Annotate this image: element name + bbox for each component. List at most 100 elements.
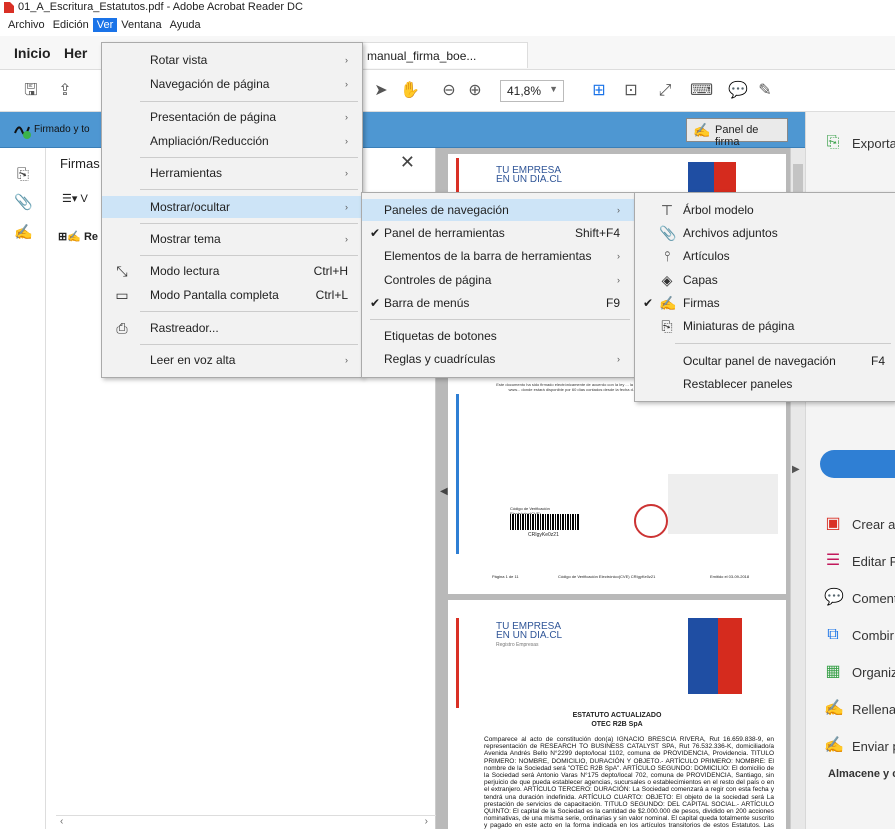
stamp-image [634, 504, 668, 538]
upload-cloud-icon[interactable]: ⇪ [56, 82, 74, 100]
pdf-page-2: TU EMPRESA EN UN DIA.CL Registro Empresa… [448, 600, 786, 829]
menu-item-presentacion-pagina[interactable]: Presentación de página › [102, 106, 362, 128]
menu-item-elementos-barra[interactable]: Elementos de la barra de herramientas › [362, 245, 634, 267]
signature-tree-item[interactable]: ⊞✍ Re [58, 230, 98, 243]
comment-icon[interactable]: 💬 [728, 82, 748, 100]
save-icon[interactable]: 🖫 [22, 82, 40, 100]
menu-item-panel-herramientas[interactable]: ✔ Panel de herramientas Shift+F4 [362, 222, 634, 244]
menu-item-rastreador[interactable]: ⎙ Rastreador... [102, 317, 362, 339]
layers-icon: ◈ [661, 272, 673, 288]
hand-tool-icon[interactable]: ✋ [400, 82, 420, 100]
articles-icon: ⫯ [663, 248, 671, 264]
fullscreen-icon[interactable]: ⤢ [656, 82, 674, 100]
menu-ayuda[interactable]: Ayuda [166, 18, 205, 32]
storage-promo-text: Almacene y c [828, 768, 895, 780]
tab-tools[interactable]: Her [64, 45, 87, 61]
fit-width-icon[interactable]: ⊡ [622, 82, 640, 100]
signature-panel-label: Panel de firma [715, 124, 759, 148]
checkmark-icon: ✔ [643, 296, 654, 310]
send-sign-icon: ✍ [824, 737, 844, 754]
zoom-out-icon[interactable]: ⊖ [440, 82, 458, 100]
fill-sign-icon: ✍ [824, 700, 844, 717]
window-title: 01_A_Escritura_Estatutos.pdf - Adobe Acr… [18, 1, 303, 13]
menu-item-ocultar-panel[interactable]: Ocultar panel de navegación F4 [635, 350, 895, 372]
menu-item-archivos-adjuntos[interactable]: 📎 Archivos adjuntos [635, 222, 895, 244]
menu-item-rotar-vista[interactable]: Rotar vista › [102, 49, 362, 71]
menu-item-capas[interactable]: ◈ Capas [635, 269, 895, 291]
checkmark-icon: ✔ [370, 296, 381, 310]
menu-item-herramientas[interactable]: Herramientas › [102, 162, 362, 184]
ver-menu: Rotar vista › Navegación de página › Prese… [101, 42, 363, 378]
brand-logo: TU EMPRESA EN UN DIA.CL [496, 165, 563, 185]
organize-icon: ▦ [825, 663, 841, 680]
menu-item-miniaturas[interactable]: ⎘ Miniaturas de página [635, 315, 895, 337]
attachment-icon: 📎 [659, 225, 677, 241]
collapse-arrow-icon[interactable]: ◀ [440, 486, 448, 497]
tool-comment[interactable]: 💬 Coment [824, 589, 895, 607]
page-thumbnails-icon[interactable]: ⎘ [14, 166, 32, 184]
menu-item-navegacion-pagina[interactable]: Navegación de página › [102, 73, 362, 95]
menu-bar: Archivo Edición Ver Ventana Ayuda [0, 14, 895, 36]
menu-edicion[interactable]: Edición [49, 18, 93, 32]
tool-edit[interactable]: ☰ Editar P [824, 552, 895, 570]
tool-fill-sign[interactable]: ✍ Rellena [824, 700, 895, 718]
signature-icon: ✍ [659, 295, 677, 311]
menu-item-leer-voz-alta[interactable]: Leer en voz alta › [102, 349, 362, 371]
left-icon-rail: ⎘ 📎 ✍ [0, 148, 46, 829]
reading-mode-icon: ⤡ [116, 263, 128, 279]
tab-document[interactable]: manual_firma_boe... [358, 42, 528, 68]
primary-action-button[interactable] [820, 450, 895, 478]
tool-organize[interactable]: ▦ Organiz [824, 663, 895, 681]
footer-left: Página 1 de 11 [492, 574, 519, 579]
tool-combine[interactable]: ⧉ Combir [824, 626, 894, 644]
fit-page-icon[interactable]: ⊞ [590, 82, 608, 100]
menu-ver[interactable]: Ver [92, 18, 118, 32]
menu-item-mostrar-tema[interactable]: Mostrar tema › [102, 228, 362, 250]
menu-item-pantalla-completa[interactable]: ▭ Modo Pantalla completa Ctrl+L [102, 284, 362, 306]
menu-item-reglas-cuadriculas[interactable]: Reglas y cuadrículas › [362, 348, 634, 370]
export-icon: ⎘ [826, 134, 840, 151]
menu-item-arbol-modelo[interactable]: ⊤ Árbol modelo [635, 199, 895, 221]
tool-send[interactable]: ✍ Enviar p [824, 737, 895, 755]
model-tree-icon: ⊤ [660, 202, 674, 218]
footer-mid: Código de Verificación Electrónico(CVE) … [558, 574, 656, 579]
panel-options-menu[interactable]: ☰▾ V [62, 192, 88, 205]
create-pdf-icon: ▣ [825, 515, 841, 532]
chile-flag-logo [688, 162, 736, 196]
menu-item-controles-pagina[interactable]: Controles de página › [362, 269, 634, 291]
horizontal-scrollbar[interactable]: ‹ › [56, 815, 436, 829]
menu-archivo[interactable]: Archivo [4, 18, 49, 32]
menu-item-modo-lectura[interactable]: ⤡ Modo lectura Ctrl+H [102, 260, 362, 282]
zoom-select[interactable]: 41,8% ▼ [500, 80, 564, 102]
title-bar: 01_A_Escritura_Estatutos.pdf - Adobe Acr… [0, 0, 895, 14]
menu-ventana[interactable]: Ventana [117, 18, 165, 32]
close-icon[interactable]: ✕ [400, 152, 415, 173]
menu-item-firmas[interactable]: ✔ ✍ Firmas [635, 292, 895, 314]
tool-export[interactable]: ⎘ Exporta [824, 134, 895, 152]
signatures-icon[interactable]: ✍ [14, 224, 33, 242]
fullscreen-mode-icon: ▭ [115, 287, 129, 303]
tab-home[interactable]: Inicio [14, 45, 51, 61]
select-cursor-icon[interactable]: ➤ [372, 82, 390, 100]
keyboard-icon[interactable]: ⌨ [690, 82, 713, 100]
menu-item-barra-menus[interactable]: ✔ Barra de menús F9 [362, 292, 634, 314]
pen-icon[interactable]: ✎ [756, 82, 774, 100]
menu-item-articulos[interactable]: ⫯ Artículos [635, 245, 895, 267]
menu-item-mostrar-ocultar[interactable]: Mostrar/ocultar › [102, 196, 362, 218]
checkmark-icon: ✔ [370, 226, 381, 240]
menu-item-ampliacion[interactable]: Ampliación/Reducción › [102, 130, 362, 152]
signature-panel-button[interactable]: ✍ Panel de firma [686, 118, 788, 148]
signature-status: Firmado y to [34, 124, 90, 135]
zoom-in-icon[interactable]: ⊕ [466, 82, 484, 100]
menu-item-paneles-navegacion[interactable]: Paneles de navegación › [362, 199, 634, 221]
menu-item-restablecer-paneles[interactable]: Restablecer paneles [635, 373, 895, 395]
thumbnails-icon: ⎘ [661, 318, 673, 334]
brand-subtitle: Registro Empresas [496, 642, 539, 648]
attachments-icon[interactable]: 📎 [14, 194, 33, 212]
doc-heading-2: OTEC R2B SpA [591, 721, 643, 728]
paneles-navegacion-submenu: ⊤ Árbol modelo 📎 Archivos adjuntos ⫯ Artícu… [634, 192, 895, 402]
menu-item-etiquetas-botones[interactable]: Etiquetas de botones [362, 325, 634, 347]
signature-pen-icon: ✍ [693, 122, 711, 138]
expand-arrow-icon[interactable]: ▶ [792, 464, 800, 475]
tool-create[interactable]: ▣ Crear a [824, 515, 895, 533]
